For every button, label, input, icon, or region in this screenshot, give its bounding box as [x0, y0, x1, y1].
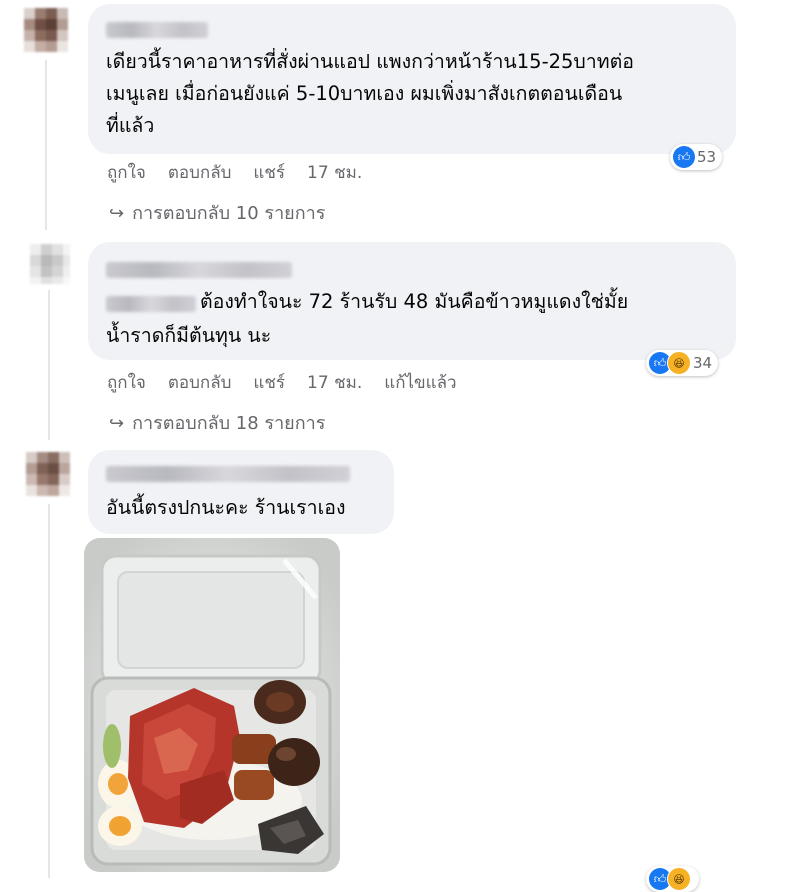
haha-icon: 😆︎ [667, 351, 691, 375]
reaction-count-badge[interactable]: 👍︎ 😆︎ [646, 866, 699, 892]
comment-actions: ถูกใจ ตอบกลับ แชร์ 17 ชม. [107, 159, 384, 186]
thread-line [48, 504, 50, 878]
view-replies-link[interactable]: ↪ การตอบกลับ 10 รายการ [109, 198, 325, 227]
edited-label[interactable]: แก้ไขแล้ว [384, 373, 456, 393]
comment-text-line: เมนูเลย เมื่อก่อนยังแค่ 5-10บาทเอง ผมเพิ… [106, 82, 623, 105]
view-replies-link[interactable]: ↪ การตอบกลับ 18 รายการ [109, 408, 325, 437]
reaction-count: 53 [697, 148, 717, 166]
like-button[interactable]: ถูกใจ [107, 163, 146, 183]
share-button[interactable]: แชร์ [253, 373, 285, 393]
comment-text-line: ต้องทำใจนะ 72 ร้านรับ 48 มันคือข้าวหมูแด… [200, 290, 629, 313]
reaction-count: 34 [693, 354, 713, 372]
replies-label: การตอบกลับ 18 รายการ [132, 413, 326, 434]
avatar[interactable] [26, 452, 70, 496]
share-button[interactable]: แชร์ [253, 163, 285, 183]
reply-button[interactable]: ตอบกลับ [168, 373, 232, 393]
avatar[interactable] [24, 8, 68, 52]
thread-line [45, 60, 47, 230]
author-name[interactable] [106, 466, 350, 482]
comment-text-line: อันนี้ตรงปกนะคะ ร้านเราเอง [106, 496, 346, 519]
author-name[interactable] [106, 22, 208, 38]
timestamp[interactable]: 17 ชม. [307, 373, 362, 393]
haha-icon: 😆︎ [667, 867, 691, 891]
food-box-image [84, 538, 340, 872]
comment-actions: ถูกใจ ตอบกลับ แชร์ 17 ชม. แก้ไขแล้ว [107, 369, 479, 396]
comment-bubble: เดียวนี้ราคาอาหารที่สั่งผ่านแอป แพงกว่าห… [88, 4, 736, 154]
comment-text-line: ที่แล้ว [106, 114, 155, 137]
reply-arrow-icon: ↪ [109, 203, 125, 224]
replies-label: การตอบกลับ 10 รายการ [132, 203, 326, 224]
like-icon: 👍︎ [673, 146, 695, 168]
like-button[interactable]: ถูกใจ [107, 373, 146, 393]
mention-tag[interactable] [106, 296, 196, 312]
timestamp[interactable]: 17 ชม. [307, 163, 362, 183]
avatar[interactable] [30, 244, 70, 284]
author-name[interactable] [106, 262, 292, 278]
attached-photo[interactable] [84, 538, 340, 872]
thread-line [48, 290, 50, 440]
reply-button[interactable]: ตอบกลับ [168, 163, 232, 183]
reaction-count-badge[interactable]: 👍︎ 53 [670, 144, 723, 170]
reaction-count-badge[interactable]: 👍︎ 😆︎ 34 [646, 350, 719, 376]
reply-arrow-icon: ↪ [109, 413, 125, 434]
comment-bubble: ต้องทำใจนะ 72 ร้านรับ 48 มันคือข้าวหมูแด… [88, 242, 736, 360]
comment-text-line: น้ำราดก็มีต้นทุน นะ [106, 324, 272, 347]
comment-text-line: เดียวนี้ราคาอาหารที่สั่งผ่านแอป แพงกว่าห… [106, 50, 634, 73]
comment-bubble: อันนี้ตรงปกนะคะ ร้านเราเอง [88, 450, 394, 534]
